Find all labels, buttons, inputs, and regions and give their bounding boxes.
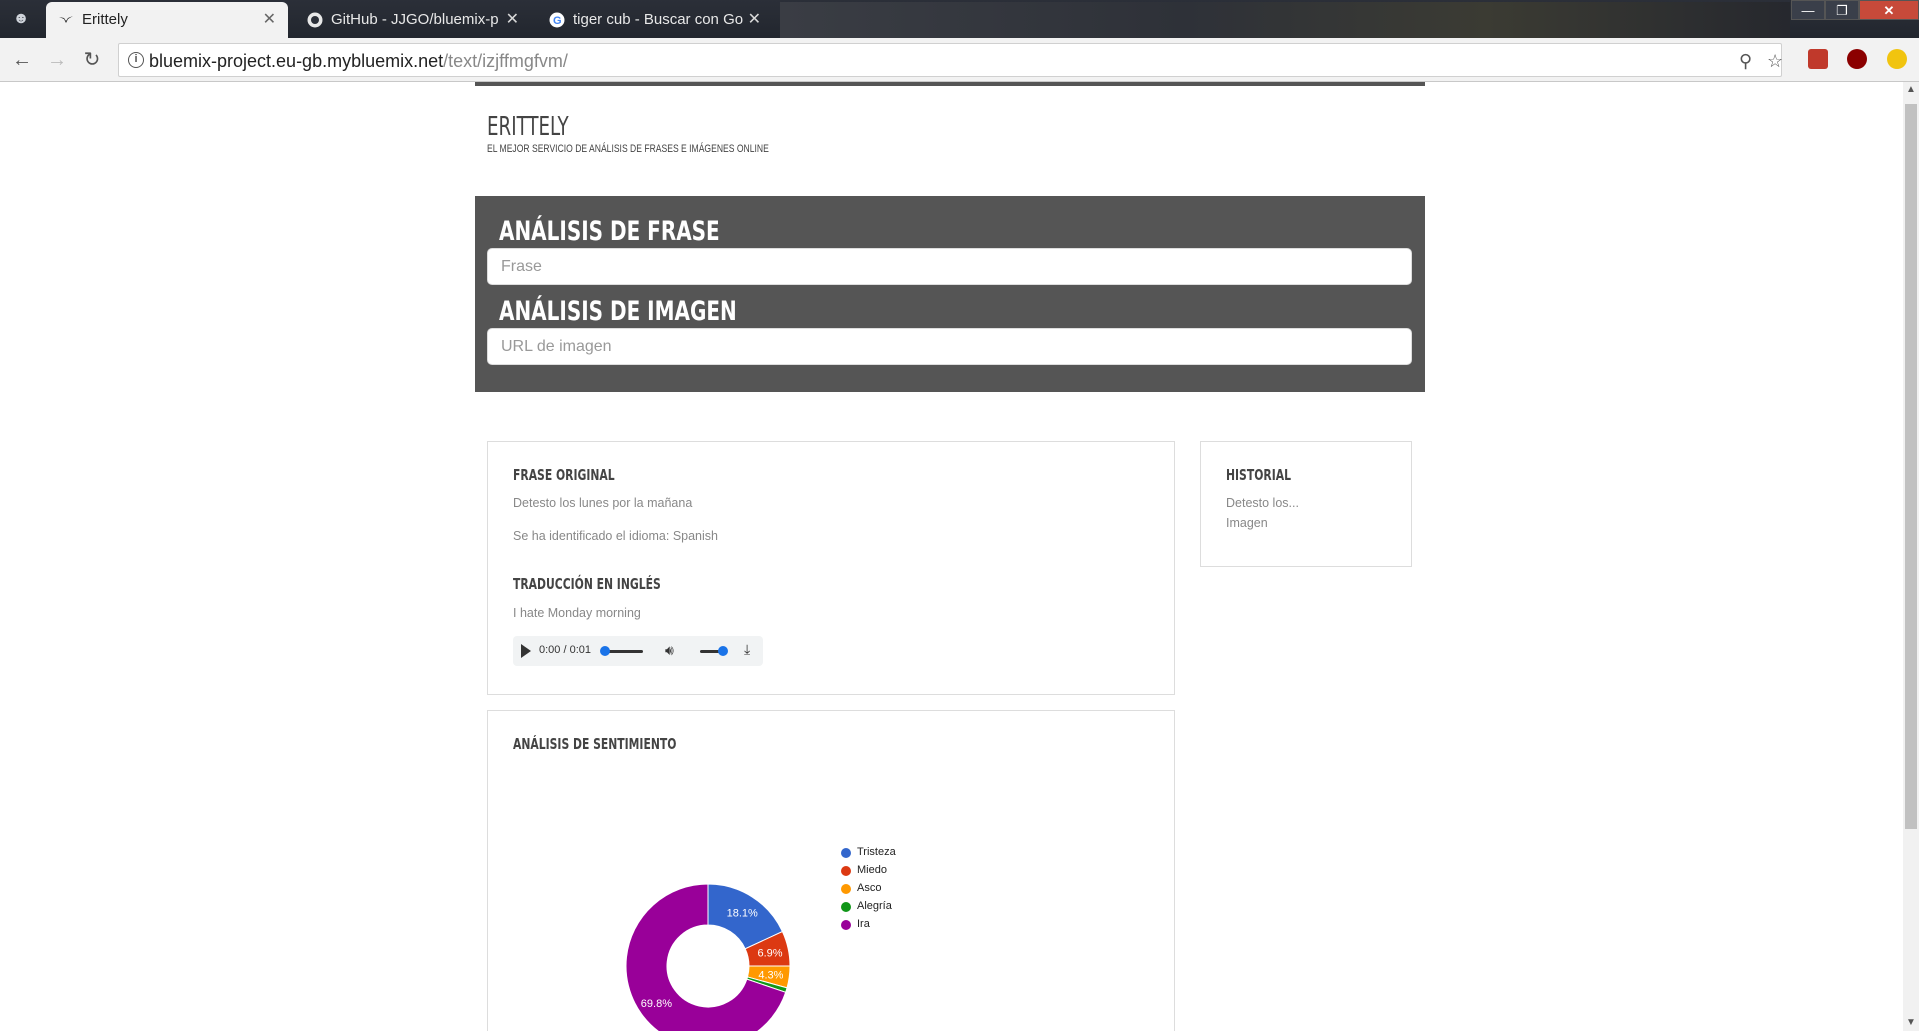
legend-label: Tristeza bbox=[857, 846, 896, 858]
site-title[interactable]: ERITTELY bbox=[487, 112, 769, 142]
tab-github[interactable]: GitHub - JJGO/bluemix-p ✕ bbox=[295, 2, 531, 38]
page-viewport: ERITTELY EL MEJOR SERVICIO DE ANÁLISIS D… bbox=[0, 82, 1903, 1031]
minimize-icon[interactable]: — bbox=[1791, 0, 1825, 20]
tab-title: GitHub - JJGO/bluemix-p bbox=[331, 11, 499, 28]
url-text: bluemix-project.eu-gb.mybluemix.net/text… bbox=[149, 51, 568, 71]
history-item[interactable]: Imagen bbox=[1226, 516, 1268, 530]
legend-item-asco[interactable]: Asco bbox=[841, 879, 896, 897]
image-heading: ANÁLISIS DE IMAGEN bbox=[499, 296, 737, 327]
bird-icon bbox=[59, 16, 73, 23]
chart-legend: Tristeza Miedo Asco Alegría Ira bbox=[841, 843, 896, 933]
pie-label-ira: 69.8% bbox=[641, 998, 672, 1010]
play-icon[interactable] bbox=[521, 644, 531, 658]
download-icon[interactable]: ⤓ bbox=[744, 641, 750, 658]
sentiment-heading: ANÁLISIS DE SENTIMIENTO bbox=[513, 735, 677, 753]
tab-google[interactable]: G tiger cub - Buscar con Go ✕ bbox=[537, 2, 773, 38]
close-tab-icon[interactable]: ✕ bbox=[263, 2, 276, 38]
tab-title: Erittely bbox=[82, 11, 128, 28]
tab-erittely[interactable]: Erittely ✕ bbox=[46, 2, 288, 38]
progress-knob[interactable] bbox=[600, 646, 610, 656]
pie-label-asco: 4.3% bbox=[758, 970, 783, 982]
phrase-input[interactable] bbox=[487, 248, 1412, 285]
language-text: Se ha identificado el idioma: Spanish bbox=[513, 529, 718, 543]
history-item[interactable]: Detesto los... bbox=[1226, 496, 1299, 510]
translation-heading: TRADUCCIÓN EN INGLÉS bbox=[513, 575, 661, 593]
legend-label: Asco bbox=[857, 882, 882, 894]
forward-icon[interactable]: → bbox=[43, 46, 71, 74]
tab-strip: ☻ Erittely ✕ GitHub - JJGO/bluemix-p ✕ G… bbox=[0, 0, 1919, 38]
address-bar[interactable]: i bluemix-project.eu-gb.mybluemix.net/te… bbox=[118, 43, 1783, 77]
extension-icon[interactable] bbox=[1887, 49, 1907, 69]
legend-label: Ira bbox=[857, 918, 870, 930]
image-url-input[interactable] bbox=[487, 328, 1412, 365]
legend-label: Alegría bbox=[857, 900, 892, 912]
original-heading: FRASE ORIGINAL bbox=[513, 466, 615, 484]
bookmark-star-icon[interactable]: ☆ bbox=[1767, 51, 1783, 72]
scrollbar[interactable]: ▲ ▼ bbox=[1903, 82, 1919, 1031]
top-divider bbox=[475, 82, 1425, 86]
legend-dot-icon bbox=[841, 848, 851, 858]
site-tagline: EL MEJOR SERVICIO DE ANÁLISIS DE FRASES … bbox=[487, 143, 769, 155]
legend-dot-icon bbox=[841, 866, 851, 876]
sentiment-card: ANÁLISIS DE SENTIMIENTO 18.1% 6.9% 4.3% 69.… bbox=[487, 710, 1175, 1031]
profile-icon[interactable]: ☻ bbox=[6, 8, 36, 30]
tab-strip-background bbox=[780, 2, 1790, 38]
result-card: FRASE ORIGINAL Detesto los lunes por la … bbox=[487, 441, 1175, 695]
legend-dot-icon bbox=[841, 902, 851, 912]
volume-knob[interactable] bbox=[718, 646, 728, 656]
back-icon[interactable]: ← bbox=[8, 46, 36, 74]
volume-icon[interactable]: 🔊︎ bbox=[665, 642, 674, 659]
legend-item-ira[interactable]: Ira bbox=[841, 915, 896, 933]
legend-item-tristeza[interactable]: Tristeza bbox=[841, 843, 896, 861]
window-controls: — ❐ ✕ bbox=[1791, 0, 1919, 20]
original-text: Detesto los lunes por la mañana bbox=[513, 496, 693, 510]
close-tab-icon[interactable]: ✕ bbox=[506, 2, 519, 38]
reload-icon[interactable]: ↻ bbox=[78, 46, 106, 74]
search-panel: ANÁLISIS DE FRASE ANÁLISIS DE IMAGEN bbox=[475, 196, 1425, 392]
close-tab-icon[interactable]: ✕ bbox=[748, 2, 761, 38]
legend-dot-icon bbox=[841, 920, 851, 930]
history-card: HISTORIAL Detesto los... Imagen bbox=[1200, 441, 1412, 567]
sentiment-donut-chart: 18.1% 6.9% 4.3% 69.8% bbox=[625, 883, 791, 1031]
close-window-icon[interactable]: ✕ bbox=[1859, 0, 1919, 20]
site-header: ERITTELY EL MEJOR SERVICIO DE ANÁLISIS D… bbox=[487, 112, 848, 155]
ublock-icon[interactable] bbox=[1847, 49, 1867, 69]
zoom-icon[interactable]: ⚲ bbox=[1739, 51, 1752, 72]
info-icon[interactable]: i bbox=[128, 52, 144, 68]
legend-dot-icon bbox=[841, 884, 851, 894]
svg-text:G: G bbox=[553, 15, 562, 27]
audio-player: 0:00 / 0:01 🔊︎ ⤓ bbox=[513, 636, 763, 666]
legend-label: Miedo bbox=[857, 864, 887, 876]
restore-icon[interactable]: ❐ bbox=[1825, 0, 1859, 20]
history-heading: HISTORIAL bbox=[1226, 466, 1291, 484]
audio-time: 0:00 / 0:01 bbox=[539, 644, 591, 656]
scroll-down-icon[interactable]: ▼ bbox=[1903, 1015, 1919, 1031]
scrollbar-thumb[interactable] bbox=[1905, 104, 1917, 829]
tab-title: tiger cub - Buscar con Go bbox=[573, 11, 744, 28]
translation-text: I hate Monday morning bbox=[513, 606, 641, 620]
github-icon bbox=[307, 12, 323, 28]
bookmark-extension-icon[interactable] bbox=[1808, 49, 1828, 69]
pie-label-miedo: 6.9% bbox=[757, 947, 782, 959]
phrase-heading: ANÁLISIS DE FRASE bbox=[499, 216, 720, 247]
google-icon: G bbox=[549, 12, 565, 28]
legend-item-miedo[interactable]: Miedo bbox=[841, 861, 896, 879]
scroll-up-icon[interactable]: ▲ bbox=[1903, 82, 1919, 98]
legend-item-alegría[interactable]: Alegría bbox=[841, 897, 896, 915]
browser-toolbar: ← → ↻ i bluemix-project.eu-gb.mybluemix.… bbox=[0, 38, 1919, 82]
pie-label-tristeza: 18.1% bbox=[727, 907, 758, 919]
